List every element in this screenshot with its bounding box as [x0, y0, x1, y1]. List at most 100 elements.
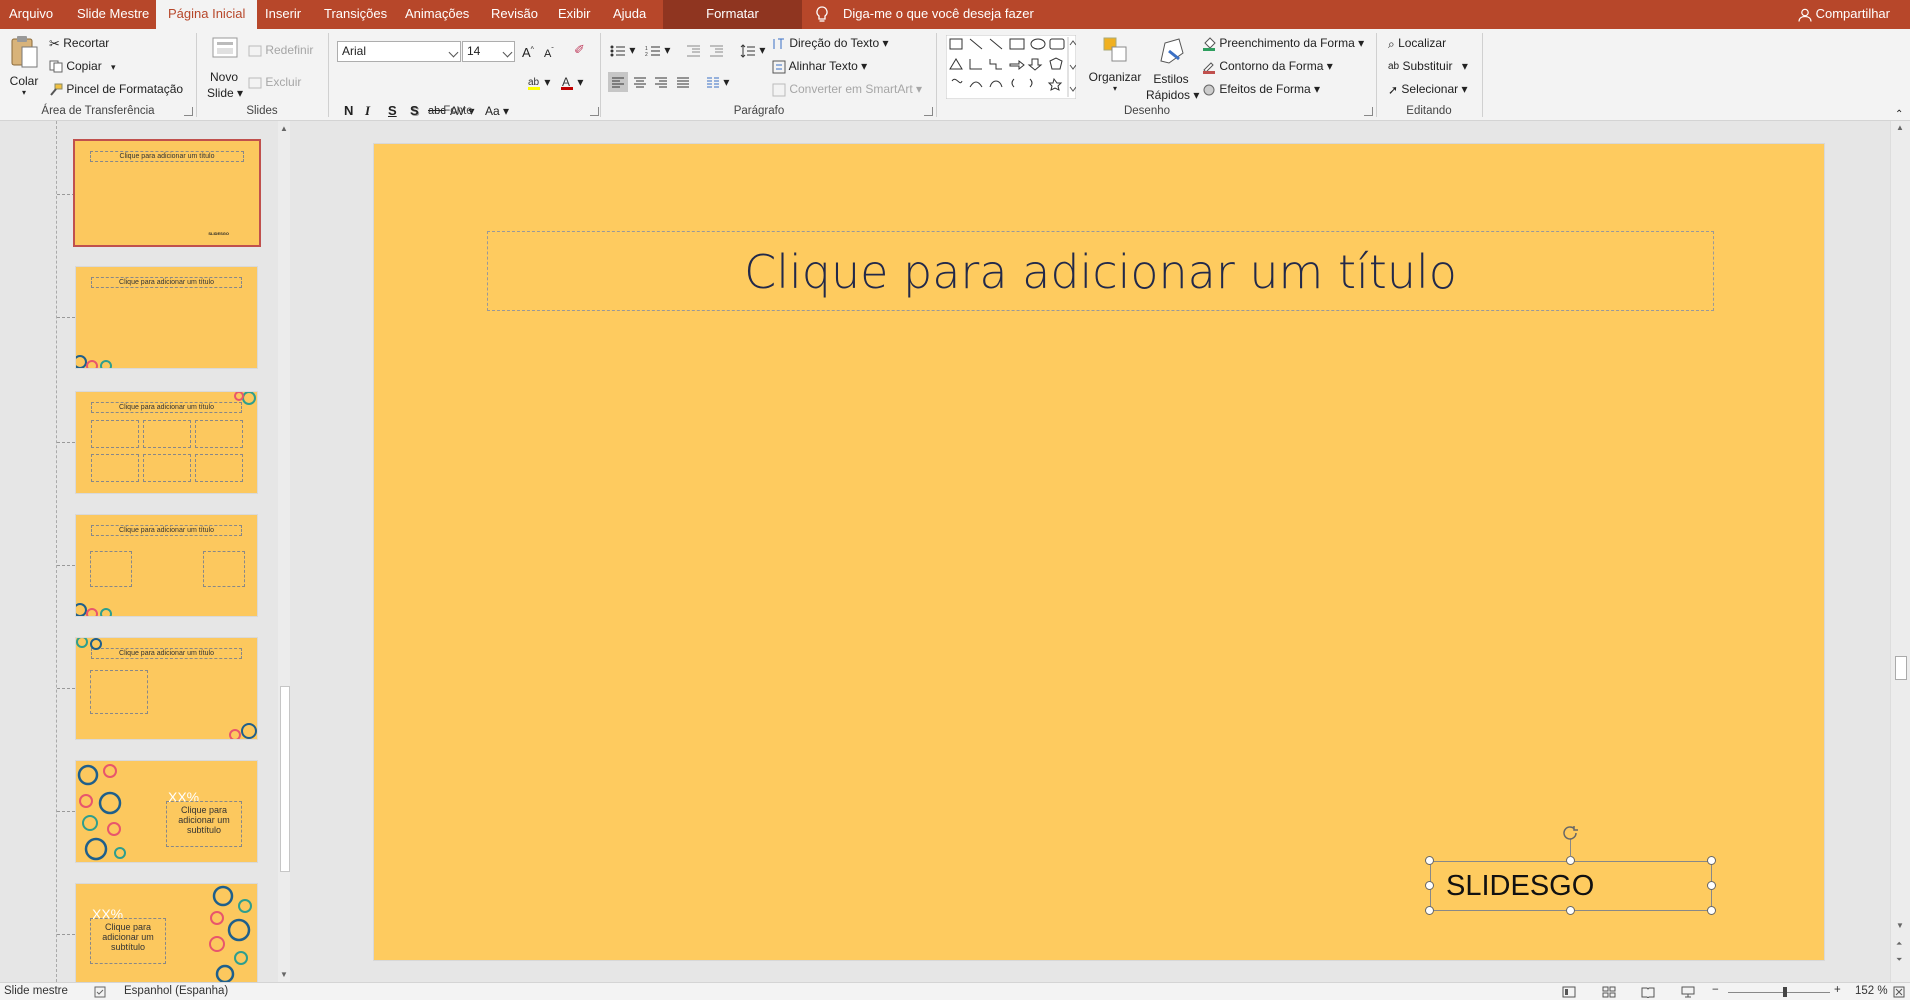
grow-font-button[interactable]: A^	[522, 43, 534, 61]
resize-handle[interactable]	[1425, 881, 1434, 890]
justify-icon	[677, 77, 689, 88]
resize-handle[interactable]	[1707, 906, 1716, 915]
scroll-up-icon[interactable]: ▲	[1896, 123, 1904, 132]
font-name-combo[interactable]: Arial	[337, 41, 461, 62]
slide-thumbnail-2[interactable]: Clique para adicionar um título	[75, 266, 258, 369]
zoom-level[interactable]: 152 %	[1855, 985, 1888, 997]
resize-handle[interactable]	[1566, 906, 1575, 915]
cut-button[interactable]: ✂ Recortar	[49, 35, 109, 52]
slide-thumbnail-4[interactable]: Clique para adicionar um título	[75, 514, 258, 617]
share-button[interactable]: Compartilhar	[1798, 0, 1890, 29]
reading-view-icon[interactable]	[1641, 986, 1655, 998]
shape-outline-button[interactable]: Contorno da Forma ▾	[1202, 58, 1333, 74]
master-slide-canvas[interactable]: Clique para adicionar um título SLIDESGO	[373, 143, 1825, 961]
tab-inserir[interactable]: Inserir	[265, 0, 301, 29]
increase-indent-button[interactable]	[709, 42, 724, 58]
tab-animacoes[interactable]: Animações	[405, 0, 469, 29]
tab-ajuda[interactable]: Ajuda	[613, 0, 646, 29]
tab-transicoes[interactable]: Transições	[324, 0, 387, 29]
resize-handle[interactable]	[1707, 856, 1716, 865]
new-slide-button[interactable]: Novo Slide ▾	[207, 35, 243, 101]
tab-pagina-inicial[interactable]: Página Inicial	[156, 0, 258, 29]
scroll-down-icon[interactable]: ▼	[280, 970, 288, 979]
shrink-font-button[interactable]: Aˇ	[544, 43, 554, 62]
zoom-slider[interactable]	[1728, 992, 1830, 993]
slide-thumbnail-5[interactable]: Clique para adicionar um título	[75, 637, 258, 740]
clear-formatting-button[interactable]: ✐	[574, 42, 585, 58]
scrollbar-thumb[interactable]	[280, 686, 290, 872]
text-direction-button[interactable]: Direção do Texto ▾	[772, 35, 889, 51]
reset-button[interactable]: Redefinir	[248, 42, 313, 58]
slide-thumbnail-3[interactable]: Clique para adicionar um título	[75, 391, 258, 494]
tab-slide-mestre[interactable]: Slide Mestre	[77, 0, 149, 29]
font-color-button[interactable]: A ▾	[560, 74, 583, 91]
circles-decoration	[77, 764, 126, 861]
chevron-down-icon: ▾	[1112, 84, 1117, 93]
convert-smartart-button[interactable]: Converter em SmartArt ▾	[772, 81, 922, 97]
zoom-slider-thumb[interactable]	[1783, 987, 1787, 997]
tab-exibir[interactable]: Exibir	[558, 0, 591, 29]
format-painter-button[interactable]: Pincel de Formatação	[49, 81, 183, 97]
shape-effects-button[interactable]: Efeitos de Forma ▾	[1202, 81, 1320, 97]
shapes-gallery[interactable]	[946, 35, 1076, 99]
tab-formatar[interactable]: Formatar	[663, 0, 802, 29]
justify-button[interactable]	[676, 74, 690, 90]
copy-button[interactable]: Copiar ▾	[49, 58, 116, 75]
font-size-combo[interactable]: 14	[462, 41, 515, 62]
columns-icon	[707, 77, 719, 88]
resize-handle[interactable]	[1566, 856, 1575, 865]
scroll-up-icon[interactable]: ▲	[280, 124, 288, 133]
columns-button[interactable]: ▾	[706, 74, 729, 90]
align-right-button[interactable]	[654, 74, 668, 90]
convert-smartart-label: Converter em SmartArt	[789, 82, 913, 96]
bullets-button[interactable]: ▾	[610, 42, 635, 58]
tab-arquivo[interactable]: Arquivo	[9, 0, 53, 29]
align-text-button[interactable]: Alinhar Texto ▾	[772, 58, 867, 74]
arrange-button[interactable]: Organizar ▾	[1088, 35, 1142, 93]
font-dialog-launcher[interactable]	[590, 107, 599, 116]
svg-text:A: A	[562, 75, 570, 89]
align-left-button[interactable]	[608, 72, 628, 92]
slide-thumbnail-1[interactable]: Clique para adicionar um título SLIDESGO	[73, 139, 261, 247]
quick-styles-button[interactable]: Estilos Rápidos ▾	[1146, 35, 1199, 103]
spellcheck-icon[interactable]	[94, 986, 106, 998]
normal-view-icon[interactable]	[1562, 986, 1576, 998]
line-spacing-button[interactable]: ▾	[740, 42, 765, 58]
previous-slide-icon[interactable]: ⏶	[1896, 939, 1902, 949]
next-slide-icon[interactable]: ⏷	[1896, 955, 1902, 965]
logo-text-box[interactable]: SLIDESGO	[1430, 861, 1712, 911]
zoom-out-button[interactable]: −	[1712, 984, 1719, 996]
select-button[interactable]: ➚ Selecionar ▾	[1388, 81, 1467, 98]
thumb-placeholder	[143, 420, 191, 448]
numbering-button[interactable]: 12 ▾	[645, 42, 670, 58]
replace-button[interactable]: ab Substituir ▾	[1388, 58, 1468, 75]
zoom-in-button[interactable]: +	[1834, 984, 1841, 996]
find-button[interactable]: ⌕ Localizar	[1388, 35, 1446, 52]
resize-handle[interactable]	[1707, 881, 1716, 890]
scrollbar-thumb[interactable]	[1895, 656, 1907, 680]
slide-thumbnail-6[interactable]: XX% Clique para adicionar um subtítulo	[75, 760, 258, 863]
decrease-indent-button[interactable]	[686, 42, 701, 58]
delete-slide-button[interactable]: Excluir	[248, 74, 301, 90]
tell-me-search[interactable]: Diga-me o que você deseja fazer	[843, 0, 1034, 29]
clipboard-dialog-launcher[interactable]	[184, 107, 193, 116]
paste-button[interactable]: Colar ▾	[9, 35, 39, 97]
shape-fill-button[interactable]: Preenchimento da Forma ▾	[1202, 35, 1364, 51]
rotate-handle-icon[interactable]	[1561, 824, 1581, 842]
paragraph-dialog-launcher[interactable]	[924, 107, 933, 116]
slideshow-icon[interactable]	[1681, 986, 1695, 998]
copy-dropdown-icon[interactable]: ▾	[111, 62, 116, 72]
slide-thumbnail-7[interactable]: XX% Clique para adicionar um subtítulo	[75, 883, 258, 986]
tab-revisao[interactable]: Revisão	[491, 0, 538, 29]
scroll-down-icon[interactable]: ▼	[1896, 921, 1904, 930]
resize-handle[interactable]	[1425, 906, 1434, 915]
align-center-button[interactable]	[633, 74, 647, 90]
resize-handle[interactable]	[1425, 856, 1434, 865]
vertical-scrollbar[interactable]: ▲ ▼ ⏶ ⏷	[1890, 121, 1910, 982]
slide-sorter-icon[interactable]	[1602, 986, 1616, 998]
fit-to-window-icon[interactable]	[1893, 986, 1905, 998]
title-placeholder[interactable]: Clique para adicionar um título	[487, 231, 1714, 311]
highlight-color-button[interactable]: ab ▾	[527, 74, 550, 91]
drawing-dialog-launcher[interactable]	[1364, 107, 1373, 116]
language-indicator[interactable]: Espanhol (Espanha)	[124, 985, 228, 997]
